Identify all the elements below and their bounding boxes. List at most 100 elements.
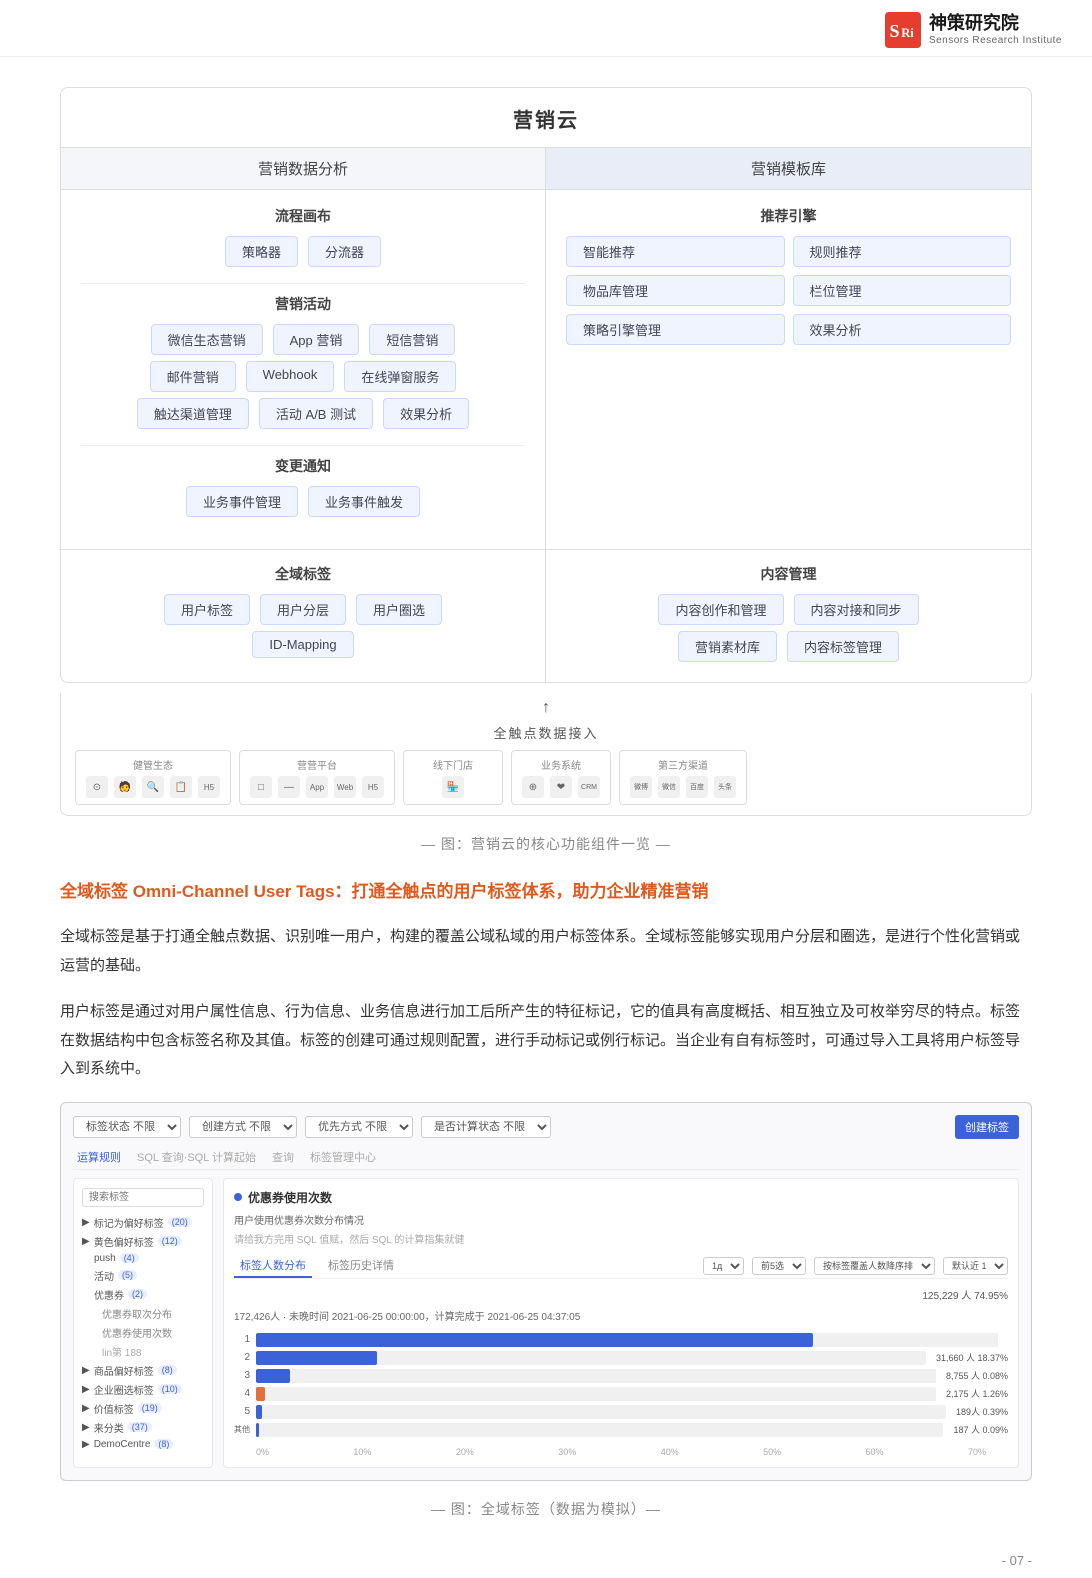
item-channel-mgmt[interactable]: 触达渠道管理 xyxy=(137,398,249,429)
item-fenlüqi[interactable]: 分流器 xyxy=(308,236,381,267)
bar-container-1 xyxy=(256,1333,998,1347)
mock-tree-item-coupon-use[interactable]: 优惠券使用次数 xyxy=(82,1323,204,1342)
mock-tree-item-laifen[interactable]: ▶ 来分类 (37) xyxy=(82,1418,204,1437)
touchpoint-group-xianxia: 线下门店 🏪 xyxy=(403,750,503,805)
quanyu-items2: ID-Mapping xyxy=(81,631,525,658)
icon-yewu-1: ⊕ xyxy=(522,776,544,798)
liucheng-title: 流程画布 xyxy=(81,206,525,226)
tree-badge-2: (12) xyxy=(158,1236,182,1246)
mock-search-input[interactable] xyxy=(82,1188,204,1207)
marketing-cloud-section: 营销云 营销数据分析 流程画布 策略器 分流器 xyxy=(0,57,1092,693)
bar-label-2: 2 xyxy=(234,1352,250,1363)
item-slot-mgmt[interactable]: 栏位管理 xyxy=(793,275,1012,306)
item-user-circle[interactable]: 用户圈选 xyxy=(356,594,442,625)
tuijian-items: 智能推荐 规则推荐 物品库管理 栏位管理 策略引擎管理 效果分析 xyxy=(566,236,1011,345)
item-email-mkt[interactable]: 邮件营销 xyxy=(150,361,236,392)
item-content-create[interactable]: 内容创作和管理 xyxy=(658,594,783,625)
item-id-mapping[interactable]: ID-Mapping xyxy=(252,631,353,658)
bar-text-5: 189人 0.39% xyxy=(956,1405,1008,1418)
item-content-lib[interactable]: 营销素材库 xyxy=(678,631,777,662)
article-heading: 全域标签 Omni-Channel User Tags：打通全触点的用户标签体系… xyxy=(60,878,1032,905)
item-biz-event-trigger[interactable]: 业务事件触发 xyxy=(308,486,420,517)
mc-bottom-left: 全域标签 用户标签 用户分层 用户圈选 ID-Mapping xyxy=(61,550,546,682)
mock-subtab-4[interactable]: 标签管理中心 xyxy=(310,1149,376,1165)
item-ab-test[interactable]: 活动 A/B 测试 xyxy=(259,398,373,429)
mock-select-priority[interactable]: 优先方式 不限 xyxy=(305,1116,413,1138)
bar-row-2: 2 31,660 人 18.37% xyxy=(234,1351,1008,1365)
item-biz-event-mgmt[interactable]: 业务事件管理 xyxy=(186,486,298,517)
mock-select-create[interactable]: 创建方式 不限 xyxy=(189,1116,297,1138)
tree-label-coupon: 优惠券 xyxy=(94,1287,124,1302)
mock-select-status[interactable]: 标签状态 不限 xyxy=(73,1116,181,1138)
item-popup-svc[interactable]: 在线弹窗服务 xyxy=(344,361,456,392)
icon-jianguan-h5: H5 xyxy=(198,776,220,798)
touchpoint-section: ↑ 全触点数据接入 健管生态 ⊙ 🧑 🔍 📋 H5 营营平台 □ — App W… xyxy=(60,693,1032,816)
item-user-seg[interactable]: 用户分层 xyxy=(260,594,346,625)
tree-badge-1: (20) xyxy=(168,1217,192,1227)
mock-tree-item-goods[interactable]: ▶ 商品偏好标签 (8) xyxy=(82,1361,204,1380)
mock-sidebar: ▶ 标记为偏好标签 (20) ▶ 黄色偏好标签 (12) push (4) 活动… xyxy=(73,1178,213,1468)
item-celüeqi[interactable]: 策略器 xyxy=(225,236,298,267)
divider-2 xyxy=(81,445,525,446)
mock-tree-item-push[interactable]: push (4) xyxy=(82,1251,204,1266)
xaxis-30: 30% xyxy=(558,1447,576,1457)
page-number: - 07 - xyxy=(0,1543,1092,1578)
bar-text-2: 31,660 人 18.37% xyxy=(936,1351,1008,1364)
tree-badge-push: (4) xyxy=(120,1253,139,1263)
mock-tree-item-coupon[interactable]: 优惠券 (2) xyxy=(82,1285,204,1304)
mock-tree-item-coupon-dist[interactable]: 优惠券取次分布 xyxy=(82,1304,204,1323)
item-item-lib[interactable]: 物品库管理 xyxy=(566,275,785,306)
mock-tree-item-activity[interactable]: 活动 (5) xyxy=(82,1266,204,1285)
mock-tree-item-circle[interactable]: ▶ 企业圈选标签 (10) xyxy=(82,1380,204,1399)
mock-tab-select-2[interactable]: 前5选 xyxy=(752,1257,806,1275)
icon-ying-2: — xyxy=(278,776,300,798)
mock-tab-select-4[interactable]: 默认近 1 xyxy=(943,1257,1008,1275)
icon-ying-web: Web xyxy=(334,776,356,798)
mock-subtab-3[interactable]: 查询 xyxy=(272,1149,294,1165)
item-user-tag[interactable]: 用户标签 xyxy=(164,594,250,625)
item-rule-rec[interactable]: 规则推荐 xyxy=(793,236,1012,267)
touchpoint-arrow: ↑ xyxy=(61,693,1031,719)
mock-tab-select-1[interactable]: 1д xyxy=(703,1257,744,1275)
mock-tab-distribution[interactable]: 标签人数分布 xyxy=(234,1254,312,1278)
yingxiao-row1: 微信生态营销 App 营销 短信营销 xyxy=(81,324,525,355)
item-effect-analysis-r[interactable]: 效果分析 xyxy=(793,314,1012,345)
icon-jianguan-1: ⊙ xyxy=(86,776,108,798)
bar-container-2 xyxy=(256,1351,926,1365)
mc-left-tab[interactable]: 营销数据分析 xyxy=(61,148,545,190)
icon-yewu-2: ❤ xyxy=(550,776,572,798)
mock-tree-item-lin188[interactable]: lin第 188 xyxy=(82,1342,204,1361)
item-content-sync[interactable]: 内容对接和同步 xyxy=(794,594,919,625)
mock-tree-item-1[interactable]: ▶ 标记为偏好标签 (20) xyxy=(82,1213,204,1232)
touchpoint-group-jian: 健管生态 ⊙ 🧑 🔍 📋 H5 xyxy=(75,750,231,805)
item-wechat-mkt[interactable]: 微信生态营销 xyxy=(151,324,263,355)
item-content-tag[interactable]: 内容标签管理 xyxy=(787,631,899,662)
item-webhook[interactable]: Webhook xyxy=(246,361,335,392)
mc-right-tab[interactable]: 营销模板库 xyxy=(546,148,1031,190)
mock-tree-item-demo[interactable]: ▶ DemoCentre (8) xyxy=(82,1437,204,1452)
item-smart-rec[interactable]: 智能推荐 xyxy=(566,236,785,267)
mock-tree-item-2[interactable]: ▶ 黄色偏好标签 (12) xyxy=(82,1232,204,1251)
jian-icons: ⊙ 🧑 🔍 📋 H5 xyxy=(86,776,220,798)
item-strategy-mgmt[interactable]: 策略引擎管理 xyxy=(566,314,785,345)
mc-block-yingxiao: 营销活动 微信生态营销 App 营销 短信营销 邮件营销 Webhook 在线弹… xyxy=(81,294,525,429)
page-header: S Ri 神策研究院 Sensors Research Institute xyxy=(0,0,1092,57)
mock-tree-item-value[interactable]: ▶ 价值标签 (19) xyxy=(82,1399,204,1418)
mock-subtab-2[interactable]: SQL 查询·SQL 计算起始 xyxy=(137,1149,256,1165)
create-tag-button[interactable]: 创建标签 xyxy=(955,1115,1019,1139)
mock-sub-tabs: 运算规则 SQL 查询·SQL 计算起始 查询 标签管理中心 xyxy=(73,1149,1019,1170)
tree-label-2: 黄色偏好标签 xyxy=(94,1234,154,1249)
mock-content-header: 优惠券使用次数 xyxy=(234,1189,1008,1206)
touchpoint-icons-row: 健管生态 ⊙ 🧑 🔍 📋 H5 营营平台 □ — App Web H5 线下门店 xyxy=(61,750,1031,815)
xaxis-10: 10% xyxy=(353,1447,371,1457)
item-effect-analysis[interactable]: 效果分析 xyxy=(383,398,469,429)
xaxis-50: 50% xyxy=(763,1447,781,1457)
mock-total-stat: 172,426人 · 未晚时间 2021-06-25 00:00:00，计算完成… xyxy=(234,1308,1008,1323)
caption-user-tags: — 图：全域标签（数据为模拟）— xyxy=(0,1499,1092,1519)
item-app-mkt[interactable]: App 营销 xyxy=(273,324,360,355)
mock-tab-select-3[interactable]: 按标签覆盖人数降序排 xyxy=(814,1257,935,1275)
mock-select-calc[interactable]: 是否计算状态 不限 xyxy=(421,1116,551,1138)
item-sms-mkt[interactable]: 短信营销 xyxy=(369,324,455,355)
mock-subtab-1[interactable]: 运算规则 xyxy=(77,1149,121,1165)
mock-tab-history[interactable]: 标签历史详情 xyxy=(322,1254,400,1278)
